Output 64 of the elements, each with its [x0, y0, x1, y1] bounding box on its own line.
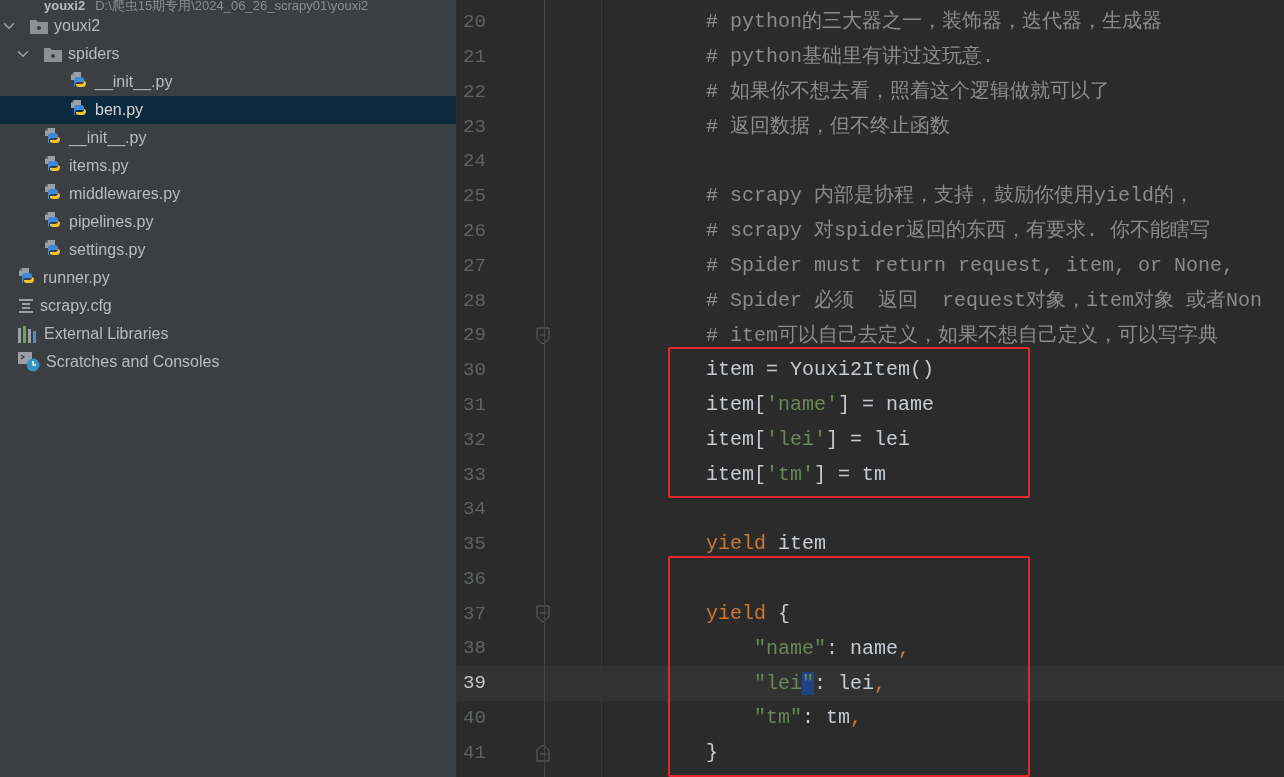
tree-item[interactable]: runner.py — [0, 264, 456, 292]
code-line: item['name'] = name — [706, 392, 935, 419]
line-number: 25 — [463, 184, 487, 210]
tree-item[interactable]: youxi2 — [0, 12, 456, 40]
line-number: 22 — [463, 79, 487, 105]
tree-item[interactable]: __init__.py — [0, 68, 456, 96]
line-number: 24 — [463, 149, 487, 175]
line-number: 21 — [463, 44, 487, 70]
tree-item[interactable]: External Libraries — [0, 320, 456, 348]
code-line: # python的三大器之一，装饰器，迭代器，生成器 — [706, 9, 1162, 36]
tree-item[interactable]: Scratches and Consoles — [0, 348, 456, 376]
code-line: # scrapy 内部是协程，支持，鼓励你使用yield的， — [706, 183, 1195, 210]
code-line: item = Youxi2Item() — [706, 357, 935, 384]
tree-item[interactable]: middlewares.py — [0, 180, 456, 208]
project-name: youxi2 — [44, 0, 86, 12]
line-number: 29 — [463, 323, 487, 349]
line-number: 28 — [463, 288, 487, 314]
code-line: # 返回数据，但不终止函数 — [706, 113, 950, 140]
line-number: 26 — [463, 218, 487, 244]
line-number: 20 — [463, 10, 487, 36]
code-line: item['lei'] = lei — [706, 426, 911, 453]
line-number: 38 — [463, 636, 487, 662]
code-line: # scrapy 对spider返回的东西，有要求. 你不能瞎写 — [706, 218, 1211, 245]
line-number: 27 — [463, 253, 487, 279]
code-line: # python基础里有讲过这玩意. — [706, 44, 995, 71]
code-line: yield item — [706, 531, 827, 558]
fold-icon[interactable] — [536, 744, 550, 763]
line-number: 36 — [463, 566, 487, 592]
line-number: 35 — [463, 532, 487, 558]
code-line: # item可以自己去定义，如果不想自己定义，可以写字典 — [706, 322, 1218, 349]
code-line: "tm": tm, — [753, 705, 863, 732]
tree-item[interactable]: scrapy.cfg — [0, 292, 456, 320]
terminal-clock-icon — [18, 352, 40, 372]
folder-icon — [30, 18, 48, 34]
stacked-lines-icon — [18, 298, 34, 314]
code-line: "lei": lei, — [753, 670, 887, 697]
line-number: 40 — [463, 706, 487, 732]
line-number: 33 — [463, 462, 487, 488]
code-line: # Spider 必须 返回 request对象，item对象 或者Non — [706, 287, 1263, 314]
tree-item[interactable]: settings.py — [0, 236, 456, 264]
line-number: 37 — [463, 601, 487, 627]
tree-item[interactable]: spiders — [0, 40, 456, 68]
bars-icon — [18, 325, 38, 343]
code-line: yield { — [706, 600, 791, 627]
line-number: 34 — [463, 497, 487, 523]
folder-icon — [44, 46, 62, 62]
line-number: 32 — [463, 427, 487, 453]
project-path: D:\爬虫15期专用\2024_06_26_scrapy01\youxi2 — [95, 0, 369, 12]
line-number: 23 — [463, 114, 487, 140]
line-number: 31 — [463, 392, 487, 418]
code-line: } — [706, 740, 718, 767]
tree-item[interactable]: __init__.py — [0, 124, 456, 152]
fold-icon[interactable] — [536, 326, 550, 345]
line-number: 30 — [463, 358, 487, 384]
line-number: 39 — [463, 671, 487, 697]
code-line: # 如果你不想去看，照着这个逻辑做就可以了 — [706, 79, 1110, 105]
tree-item[interactable]: items.py — [0, 152, 456, 180]
tree-item[interactable]: ben.py — [0, 96, 456, 124]
code-line: # Spider must return request, item, or None, — [706, 252, 1235, 279]
line-number: 41 — [463, 740, 487, 766]
tree-item[interactable]: pipelines.py — [0, 208, 456, 236]
code-line: item['tm'] = tm — [706, 461, 887, 488]
code-line: "name": name, — [753, 635, 911, 662]
fold-icon[interactable] — [536, 604, 550, 623]
